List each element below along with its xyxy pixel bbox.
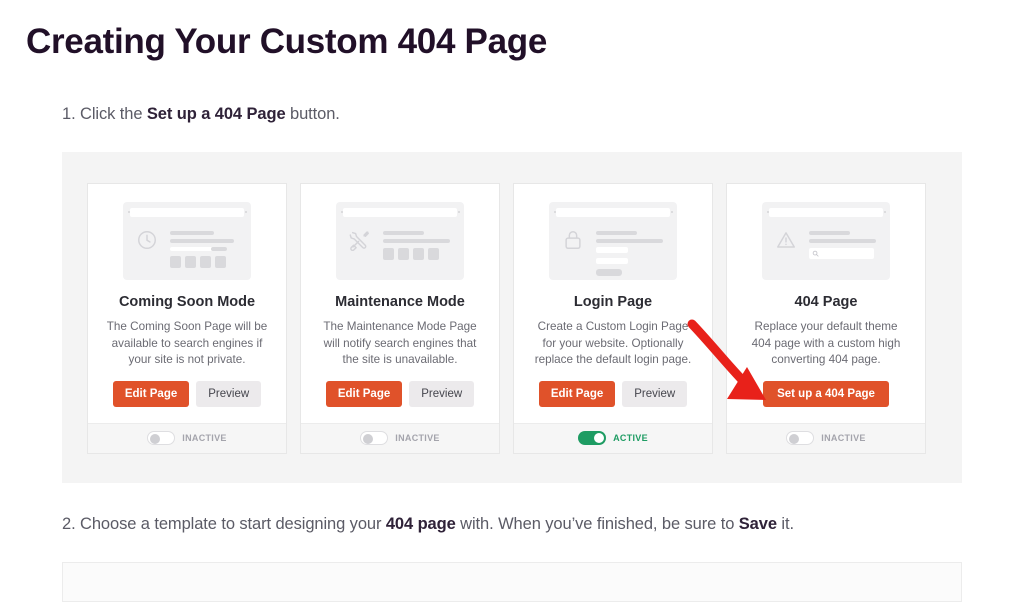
step-2-emphasis-2: Save <box>738 515 777 533</box>
thumbnail-content-lines <box>596 226 669 276</box>
status-toggle[interactable] <box>786 431 815 445</box>
thumbnail-maintenance <box>336 202 464 280</box>
card-status-footer: INACTIVE <box>88 422 286 453</box>
step-2-suffix: it. <box>776 515 794 533</box>
thumbnail-blocks <box>170 256 243 268</box>
card-actions: Edit Page Preview <box>112 380 262 407</box>
card-description: Replace your default theme 404 page with… <box>751 320 901 366</box>
set-up-404-page-button[interactable]: Set up a 404 Page <box>763 380 889 407</box>
screenshot-panel-template-chooser <box>62 562 962 602</box>
thumbnail-login <box>549 202 677 280</box>
page-title: Creating Your Custom 404 Page <box>26 22 547 61</box>
step-1-emphasis: Set up a 404 Page <box>146 105 286 123</box>
screenshot-panel-setup-pages: Coming Soon Mode The Coming Soon Page wi… <box>62 152 962 483</box>
card-title: 404 Page <box>794 294 858 310</box>
browser-dot-icon <box>671 211 673 213</box>
status-badge: INACTIVE <box>821 433 866 443</box>
thumbnail-search-box <box>809 248 874 259</box>
thumbnail-content-lines <box>809 226 882 272</box>
step-1-suffix: button. <box>285 105 340 123</box>
tools-icon <box>346 226 374 272</box>
status-badge: INACTIVE <box>395 433 440 443</box>
thumbnail-content-lines <box>383 226 456 272</box>
card-title: Login Page <box>573 294 653 310</box>
card-description: The Coming Soon Page will be available t… <box>106 320 268 366</box>
step-2-prefix: 2. Choose a template to start designing … <box>62 515 386 533</box>
card-actions: Set up a 404 Page <box>763 380 889 407</box>
browser-dot-icon <box>245 211 247 213</box>
step-2-emphasis: 404 page <box>385 515 456 533</box>
edit-page-button[interactable]: Edit Page <box>538 380 616 407</box>
card-404-page[interactable]: 404 Page Replace your default theme 404 … <box>726 183 926 454</box>
search-icon <box>812 250 819 257</box>
browser-dot-icon <box>458 211 460 213</box>
page-mode-cards-row: Coming Soon Mode The Coming Soon Page wi… <box>87 183 926 454</box>
card-description: Create a Custom Login Page for your webs… <box>534 320 692 366</box>
card-login-page[interactable]: Login Page Create a Custom Login Page fo… <box>513 183 713 454</box>
card-description: The Maintenance Mode Page will notify se… <box>323 320 477 366</box>
browser-url-bar <box>556 208 670 217</box>
browser-dot-icon <box>884 211 886 213</box>
browser-url-bar <box>769 208 883 217</box>
status-badge: ACTIVE <box>613 433 648 443</box>
edit-page-button[interactable]: Edit Page <box>112 380 190 407</box>
card-maintenance-mode[interactable]: Maintenance Mode The Maintenance Mode Pa… <box>300 183 500 454</box>
card-title: Maintenance Mode <box>335 294 465 310</box>
thumbnail-404 <box>762 202 890 280</box>
step-2-instruction: 2. Choose a template to start designing … <box>62 515 794 534</box>
preview-button[interactable]: Preview <box>196 380 262 407</box>
lock-icon <box>559 226 587 272</box>
card-coming-soon-mode[interactable]: Coming Soon Mode The Coming Soon Page wi… <box>87 183 287 454</box>
card-actions: Edit Page Preview <box>538 380 688 407</box>
status-toggle[interactable] <box>578 431 607 445</box>
step-1-instruction: 1. Click the Set up a 404 Page button. <box>62 105 340 124</box>
preview-button[interactable]: Preview <box>409 380 475 407</box>
browser-url-bar <box>130 208 244 217</box>
thumbnail-content-lines <box>170 226 243 272</box>
step-2-middle: with. When you’ve finished, be sure to <box>455 515 739 533</box>
step-1-prefix: 1. Click the <box>62 105 147 123</box>
browser-url-bar <box>343 208 457 217</box>
card-status-footer: INACTIVE <box>301 422 499 453</box>
card-title: Coming Soon Mode <box>118 294 256 310</box>
warning-triangle-icon <box>772 226 800 272</box>
status-toggle[interactable] <box>360 431 389 445</box>
card-actions: Edit Page Preview <box>325 380 475 407</box>
status-toggle[interactable] <box>147 431 176 445</box>
thumbnail-submit-block <box>596 269 622 276</box>
edit-page-button[interactable]: Edit Page <box>325 380 403 407</box>
thumbnail-blocks <box>383 248 456 260</box>
card-status-footer: INACTIVE <box>727 422 925 453</box>
clock-icon <box>133 226 161 272</box>
card-status-footer: ACTIVE <box>514 422 712 453</box>
status-badge: INACTIVE <box>182 433 227 443</box>
thumbnail-coming-soon <box>123 202 251 280</box>
preview-button[interactable]: Preview <box>622 380 688 407</box>
